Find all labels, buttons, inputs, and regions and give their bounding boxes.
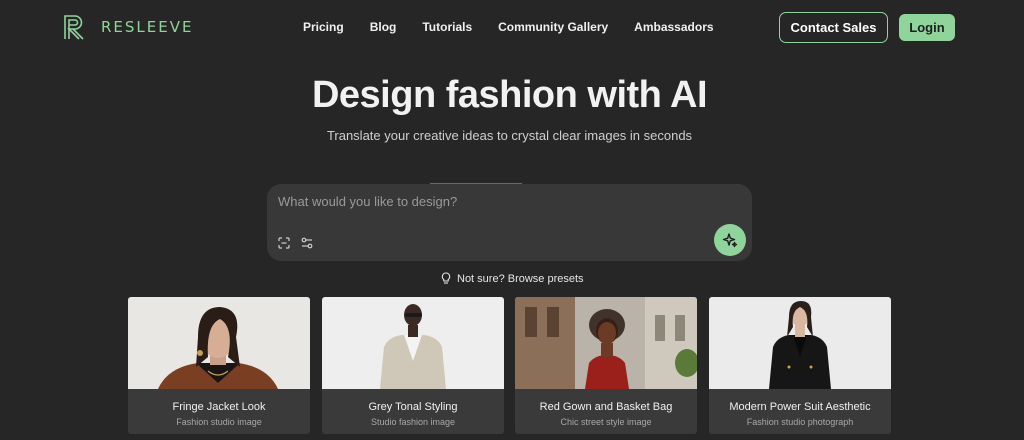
contact-sales-button[interactable]: Contact Sales [779,12,888,43]
hero-title: Design fashion with AI [311,74,708,116]
brand-logo[interactable]: RESLEEVE [63,14,193,40]
preset-image-power-suit [709,297,891,389]
preset-card-power-suit[interactable]: Modern Power Suit Aesthetic Fashion stud… [709,297,891,434]
nav-blog[interactable]: Blog [370,20,397,34]
preset-title: Modern Power Suit Aesthetic [729,401,871,413]
browse-presets-label: Not sure? Browse presets [457,272,584,285]
prompt-box [267,184,752,261]
preset-subtitle: Studio fashion image [370,417,456,427]
preset-subtitle: Chic street style image [560,417,652,427]
login-button[interactable]: Login [899,14,955,41]
preset-subtitle: Fashion studio image [176,417,262,427]
preset-subtitle: Fashion studio photograph [746,417,854,427]
browse-presets-link[interactable]: Not sure? Browse presets [441,272,584,285]
brand-name: RESLEEVE [101,18,194,36]
tune-icon[interactable] [300,236,314,250]
preset-card-fringe-jacket[interactable]: Fringe Jacket Look Fashion studio image [128,297,310,434]
sparkle-icon [722,233,738,248]
lightbulb-icon [441,272,451,284]
generate-button[interactable] [714,224,746,256]
resleeve-logo-icon [64,15,84,40]
preset-title: Grey Tonal Styling [368,401,458,413]
preset-image-red-gown [515,297,697,389]
nav-pricing[interactable]: Pricing [303,20,344,34]
preset-title: Fringe Jacket Look [172,401,266,413]
preset-image-fringe-jacket [128,297,310,389]
top-header: RESLEEVE Pricing Blog Tutorials Communit… [0,0,1024,56]
nav-tutorials[interactable]: Tutorials [422,20,472,34]
preset-card-red-gown[interactable]: Red Gown and Basket Bag Chic street styl… [515,297,697,434]
preset-image-grey-tonal [322,297,504,389]
preset-card-grey-tonal[interactable]: Grey Tonal Styling Studio fashion image [322,297,504,434]
nav-community-gallery[interactable]: Community Gallery [498,20,608,34]
main-nav: Pricing Blog Tutorials Community Gallery… [303,20,740,34]
design-prompt-input[interactable] [278,192,698,210]
hero-subtitle: Translate your creative ideas to crystal… [326,128,693,143]
scan-icon[interactable] [277,236,291,250]
preset-title: Red Gown and Basket Bag [539,401,673,413]
nav-ambassadors[interactable]: Ambassadors [634,20,713,34]
